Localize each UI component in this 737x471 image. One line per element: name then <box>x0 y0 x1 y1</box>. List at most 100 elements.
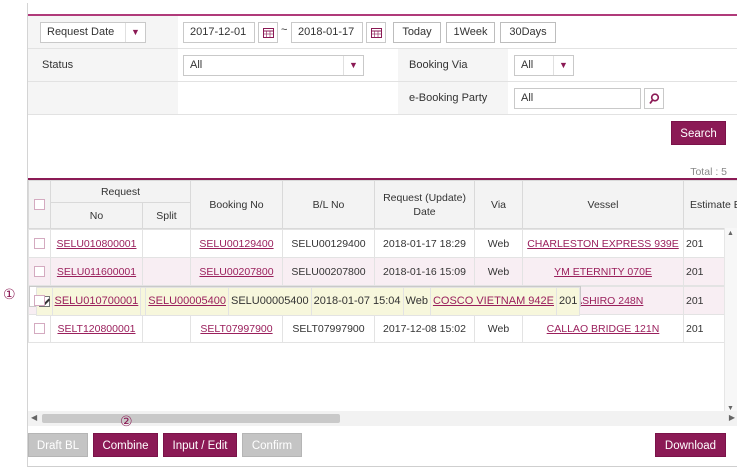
annotation-marker-two: ② <box>120 414 133 430</box>
row-checkbox[interactable] <box>34 238 45 250</box>
header-bl-no[interactable]: B/L No <box>282 180 376 229</box>
booking-rows: SELU010800001 SELU00129400 SELU00129400 201… <box>28 229 737 343</box>
select-all-checkbox[interactable] <box>34 199 45 211</box>
calendar-icon[interactable] <box>258 22 278 43</box>
chevron-down-icon: ▼ <box>125 23 145 42</box>
total-count: Total : 5 <box>690 166 727 178</box>
scrollbar-thumb[interactable] <box>42 414 340 423</box>
vessel-link[interactable]: COSCO VIETNAM 942E <box>433 295 554 307</box>
booking-no-link[interactable]: SELU00207800 <box>199 266 273 278</box>
combine-button[interactable]: Combine <box>93 433 158 457</box>
bl-no-cell: SELU00129400 <box>282 229 375 258</box>
header-estimated[interactable]: Estimate B <box>683 180 737 229</box>
table-row[interactable]: SELU010700001 SELU00005400 SELU00005400 201… <box>28 286 582 316</box>
ebooking-party-label: e-Booking Party <box>409 92 488 104</box>
date-range-separator: ~ <box>281 24 288 36</box>
booking-no-cell: SELU00207800 <box>190 257 283 286</box>
confirm-button[interactable]: Confirm <box>242 433 302 457</box>
input-edit-button[interactable]: Input / Edit <box>163 433 237 457</box>
request-date-cell: 2018-01-17 18:29 <box>374 229 475 258</box>
annotation-marker-one: ① <box>3 287 16 303</box>
booking-via-value: All <box>521 59 534 71</box>
ebooking-party-input[interactable]: All <box>514 88 641 109</box>
header-split[interactable]: Split <box>141 202 192 229</box>
request-no-link[interactable]: SELU010800001 <box>57 238 137 250</box>
status-value: All <box>190 59 203 71</box>
today-button[interactable]: Today <box>393 22 441 43</box>
header-booking-no[interactable]: Booking No <box>190 180 284 229</box>
vessel-cell: YM ETERNITY 070E <box>522 257 684 286</box>
booking-via-select[interactable]: All ▼ <box>514 55 574 76</box>
row-checkbox[interactable] <box>34 323 45 335</box>
header-request-no[interactable]: No <box>50 202 143 229</box>
status-label: Status <box>42 59 74 71</box>
download-button[interactable]: Download <box>655 433 726 457</box>
vessel-cell: CALLAO BRIDGE 121N <box>522 314 684 343</box>
scroll-left-icon[interactable]: ◀ <box>31 413 37 422</box>
header-request: Request <box>49 180 192 203</box>
horizontal-scrollbar[interactable]: ◀ ▶ <box>28 411 737 426</box>
request-date-cell: 2018-01-07 15:04 <box>310 287 404 316</box>
vessel-cell: COSCO VIETNAM 942E <box>429 287 558 316</box>
search-icon[interactable] <box>644 88 664 109</box>
split-cell <box>142 257 191 286</box>
booking-table: Request Booking No B/L No Request (Updat… <box>28 178 737 430</box>
filter-row-ebooking: e-Booking Party All <box>28 82 737 115</box>
scroll-right-icon[interactable]: ▶ <box>729 413 735 422</box>
one-week-button[interactable]: 1Week <box>446 22 495 43</box>
request-no-cell: SELU010700001 <box>51 287 142 316</box>
filter-row-date: Request Date ▼ 2017-12-01 ~ 2018-01-17 T… <box>28 16 737 49</box>
chevron-down-icon: ▼ <box>343 56 363 75</box>
thirty-days-button[interactable]: 30Days <box>500 22 556 43</box>
calendar-icon[interactable] <box>366 22 386 43</box>
table-row[interactable]: SELU010800001 SELU00129400 SELU00129400 201… <box>28 229 737 258</box>
header-request-date[interactable]: Request (Update) Date <box>374 180 476 229</box>
vessel-cell: CHARLESTON EXPRESS 939E <box>522 229 684 258</box>
date-from-input[interactable]: 2017-12-01 <box>183 22 255 43</box>
search-button[interactable]: Search <box>671 121 726 145</box>
request-no-cell: SELU010800001 <box>50 229 143 258</box>
chevron-down-icon: ▼ <box>553 56 573 75</box>
vertical-scrollbar[interactable]: ▲ ▼ <box>724 228 737 414</box>
row-checkbox[interactable] <box>34 266 45 278</box>
date-to-input[interactable]: 2018-01-17 <box>291 22 363 43</box>
filter-row-status: Status All ▼ Booking Via All ▼ <box>28 49 737 82</box>
request-date-cell: 2017-12-08 15:02 <box>374 314 475 343</box>
booking-no-link[interactable]: SELU00129400 <box>199 238 273 250</box>
row-checkbox-cell <box>28 257 51 286</box>
booking-panel: Request Date ▼ 2017-12-01 ~ 2018-01-17 T… <box>27 3 737 467</box>
request-no-cell: SELT120800001 <box>50 314 143 343</box>
via-cell: Web <box>474 229 523 258</box>
bl-no-cell: SELT07997900 <box>282 314 375 343</box>
draft-bl-button[interactable]: Draft BL <box>28 433 88 457</box>
status-select[interactable]: All ▼ <box>183 55 364 76</box>
scroll-up-icon[interactable]: ▲ <box>727 230 734 237</box>
split-cell <box>142 314 191 343</box>
table-row[interactable]: SELU011600001 SELU00207800 SELU00207800 201… <box>28 257 737 286</box>
via-cell: Web <box>402 287 431 316</box>
request-no-link[interactable]: SELU011600001 <box>57 266 136 278</box>
table-row[interactable]: SELT120800001 SELT07997900 SELT07997900 201… <box>28 314 737 343</box>
row-checkbox[interactable] <box>34 295 45 307</box>
vessel-link[interactable]: CHARLESTON EXPRESS 939E <box>527 238 679 250</box>
booking-no-cell: SELU00005400 <box>145 287 229 316</box>
row-checkbox-cell <box>28 314 51 343</box>
booking-no-link[interactable]: SELT07997900 <box>200 323 272 335</box>
request-no-link[interactable]: SELT120800001 <box>57 323 135 335</box>
booking-no-cell: SELT07997900 <box>190 314 283 343</box>
row-checkbox-cell <box>28 229 51 258</box>
split-cell <box>142 229 191 258</box>
booking-no-cell: SELU00129400 <box>190 229 283 258</box>
header-vessel[interactable]: Vessel <box>522 180 685 229</box>
header-via[interactable]: Via <box>474 180 524 229</box>
bl-no-cell: SELU00207800 <box>282 257 375 286</box>
vessel-link[interactable]: CALLAO BRIDGE 121N <box>547 323 660 335</box>
date-type-value: Request Date <box>47 26 115 38</box>
request-no-link[interactable]: SELU010700001 <box>55 295 139 307</box>
vessel-link[interactable]: YM ETERNITY 070E <box>554 266 652 278</box>
booking-no-link[interactable]: SELU00005400 <box>148 295 226 307</box>
date-type-select[interactable]: Request Date ▼ <box>40 22 146 43</box>
estimated-cell: 201 <box>555 287 581 316</box>
via-cell: Web <box>474 257 523 286</box>
select-all-cell <box>28 180 51 229</box>
